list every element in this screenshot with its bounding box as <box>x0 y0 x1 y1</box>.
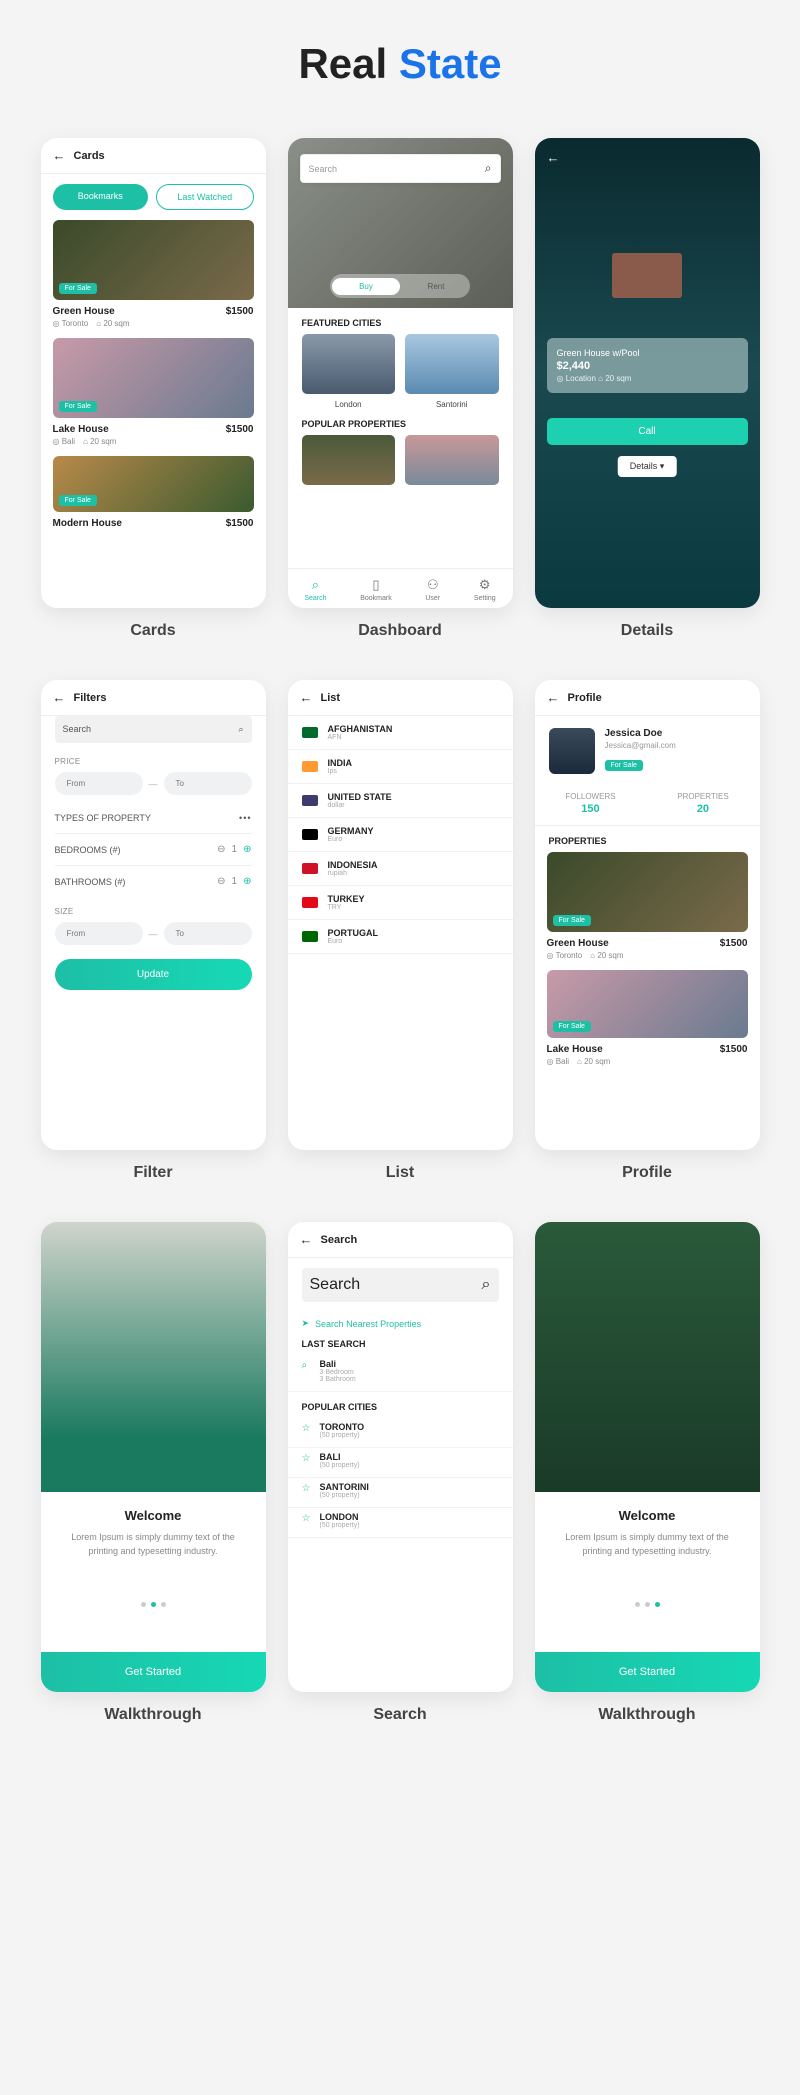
search-input[interactable]: Search⌕ <box>302 1268 499 1302</box>
page-dots <box>41 1602 266 1607</box>
page-dots <box>535 1602 760 1607</box>
update-button[interactable]: Update <box>55 959 252 990</box>
country-item[interactable]: INDONESIArupiah <box>288 852 513 886</box>
last-watched-tab[interactable]: Last Watched <box>156 184 254 210</box>
back-icon[interactable]: ← <box>547 690 560 705</box>
minus-icon[interactable]: ⊖ <box>217 844 225 855</box>
property-card[interactable]: For Sale Lake House$1500 ◎ Bali⌂ 20 sqm <box>547 970 748 1066</box>
country-item[interactable]: AFGHANISTANAFN <box>288 716 513 750</box>
country-item[interactable]: INDIAIps <box>288 750 513 784</box>
property-card[interactable]: For Sale Green House$1500 ◎ Toronto⌂ 20 … <box>53 220 254 328</box>
price-from-input[interactable]: From <box>55 772 143 795</box>
size-to-input[interactable]: To <box>164 922 252 945</box>
search-icon[interactable]: ⌕ <box>485 161 492 176</box>
search-input[interactable]: Search⌕ <box>55 716 252 743</box>
filter-screen: ←Filters Search⌕ PRICE From — To TYPES O… <box>41 680 266 1150</box>
back-icon[interactable]: ← <box>53 690 66 705</box>
property-info-card: Green House w/Pool $2,440 ◎ Location ⌂ 2… <box>547 338 748 393</box>
details-screen: ← Green House w/Pool $2,440 ◎ Location ⌂… <box>535 138 760 608</box>
flag-icon <box>302 829 318 840</box>
star-icon: ☆ <box>302 1513 311 1524</box>
get-started-button[interactable]: Get Started <box>535 1652 760 1692</box>
buy-rent-toggle[interactable]: Buy Rent <box>330 274 470 298</box>
flag-icon <box>302 795 318 806</box>
nav-bookmark[interactable]: ▯Bookmark <box>360 577 392 602</box>
size-from-input[interactable]: From <box>55 922 143 945</box>
get-started-button[interactable]: Get Started <box>41 1652 266 1692</box>
star-icon: ☆ <box>302 1423 311 1434</box>
flag-icon <box>302 931 318 942</box>
minus-icon[interactable]: ⊖ <box>217 876 225 887</box>
back-icon[interactable]: ← <box>547 150 560 165</box>
search-icon: ⌕ <box>302 1360 308 1371</box>
walkthrough-screen: Welcome Lorem Ipsum is simply dummy text… <box>41 1222 266 1692</box>
gear-icon: ⚙ <box>474 577 496 593</box>
property-tile[interactable] <box>302 435 396 485</box>
location-icon: ➤ <box>302 1318 310 1329</box>
profile-screen: ←Profile Jessica Doe Jessica@gmail.com F… <box>535 680 760 1150</box>
nearest-link[interactable]: ➤Search Nearest Properties <box>288 1312 513 1335</box>
plus-icon[interactable]: ⊕ <box>243 844 251 855</box>
city-item[interactable]: ☆LONDON(50 property) <box>288 1508 513 1538</box>
country-item[interactable]: UNITED STATEdollar <box>288 784 513 818</box>
city-item[interactable]: ☆BALI(50 property) <box>288 1448 513 1478</box>
search-icon: ⌕ <box>304 577 326 593</box>
flag-icon <box>302 897 318 908</box>
star-icon: ☆ <box>302 1453 311 1464</box>
city-tile[interactable]: London <box>302 334 396 409</box>
back-icon[interactable]: ← <box>53 148 66 163</box>
page-title: Real State <box>20 40 780 88</box>
cards-screen: ← Cards Bookmarks Last Watched For Sale G… <box>41 138 266 608</box>
country-item[interactable]: TURKEYTRY <box>288 886 513 920</box>
search-icon: ⌕ <box>238 724 243 735</box>
nav-setting[interactable]: ⚙Setting <box>474 577 496 602</box>
back-icon[interactable]: ← <box>300 690 313 705</box>
star-icon: ☆ <box>302 1483 311 1494</box>
properties-stat[interactable]: PROPERTIES20 <box>677 792 728 815</box>
bookmarks-tab[interactable]: Bookmarks <box>53 184 149 210</box>
nav-search[interactable]: ⌕Search <box>304 577 326 602</box>
country-item[interactable]: GERMANYEuro <box>288 818 513 852</box>
search-screen: ←Search Search⌕ ➤Search Nearest Properti… <box>288 1222 513 1692</box>
search-icon: ⌕ <box>482 1276 491 1294</box>
followers-stat[interactable]: FOLLOWERS150 <box>565 792 615 815</box>
flag-icon <box>302 863 318 874</box>
flag-icon <box>302 727 318 738</box>
avatar[interactable] <box>549 728 595 774</box>
walkthrough-screen: Welcome Lorem Ipsum is simply dummy text… <box>535 1222 760 1692</box>
details-dropdown[interactable]: Details ▾ <box>618 456 677 477</box>
city-item[interactable]: ☆SANTORINI(50 property) <box>288 1478 513 1508</box>
city-item[interactable]: ☆TORONTO(50 property) <box>288 1418 513 1448</box>
search-input[interactable]: Search⌕ <box>300 154 501 183</box>
call-button[interactable]: Call <box>547 418 748 445</box>
last-search-item[interactable]: ⌕ Bali 3 Bedroom 3 Bathroom <box>288 1355 513 1392</box>
property-card[interactable]: For Sale Green House$1500 ◎ Toronto⌂ 20 … <box>547 852 748 960</box>
user-icon: ⚇ <box>425 577 440 593</box>
dashboard-screen: Search⌕ Buy Rent FEATURED CITIES London … <box>288 138 513 608</box>
cards-title: Cards <box>74 150 105 162</box>
plus-icon[interactable]: ⊕ <box>243 876 251 887</box>
back-icon[interactable]: ← <box>300 1232 313 1247</box>
more-icon[interactable]: ••• <box>239 813 251 823</box>
country-item[interactable]: PORTUGALEuro <box>288 920 513 954</box>
list-screen: ←List AFGHANISTANAFNINDIAIpsUNITED STATE… <box>288 680 513 1150</box>
property-card[interactable]: For Sale Modern House$1500 <box>53 456 254 529</box>
city-tile[interactable]: Santorini <box>405 334 499 409</box>
property-card[interactable]: For Sale Lake House$1500 ◎ Bali⌂ 20 sqm <box>53 338 254 446</box>
property-tile[interactable] <box>405 435 499 485</box>
nav-user[interactable]: ⚇User <box>425 577 440 602</box>
price-to-input[interactable]: To <box>164 772 252 795</box>
flag-icon <box>302 761 318 772</box>
bookmark-icon: ▯ <box>360 577 392 593</box>
